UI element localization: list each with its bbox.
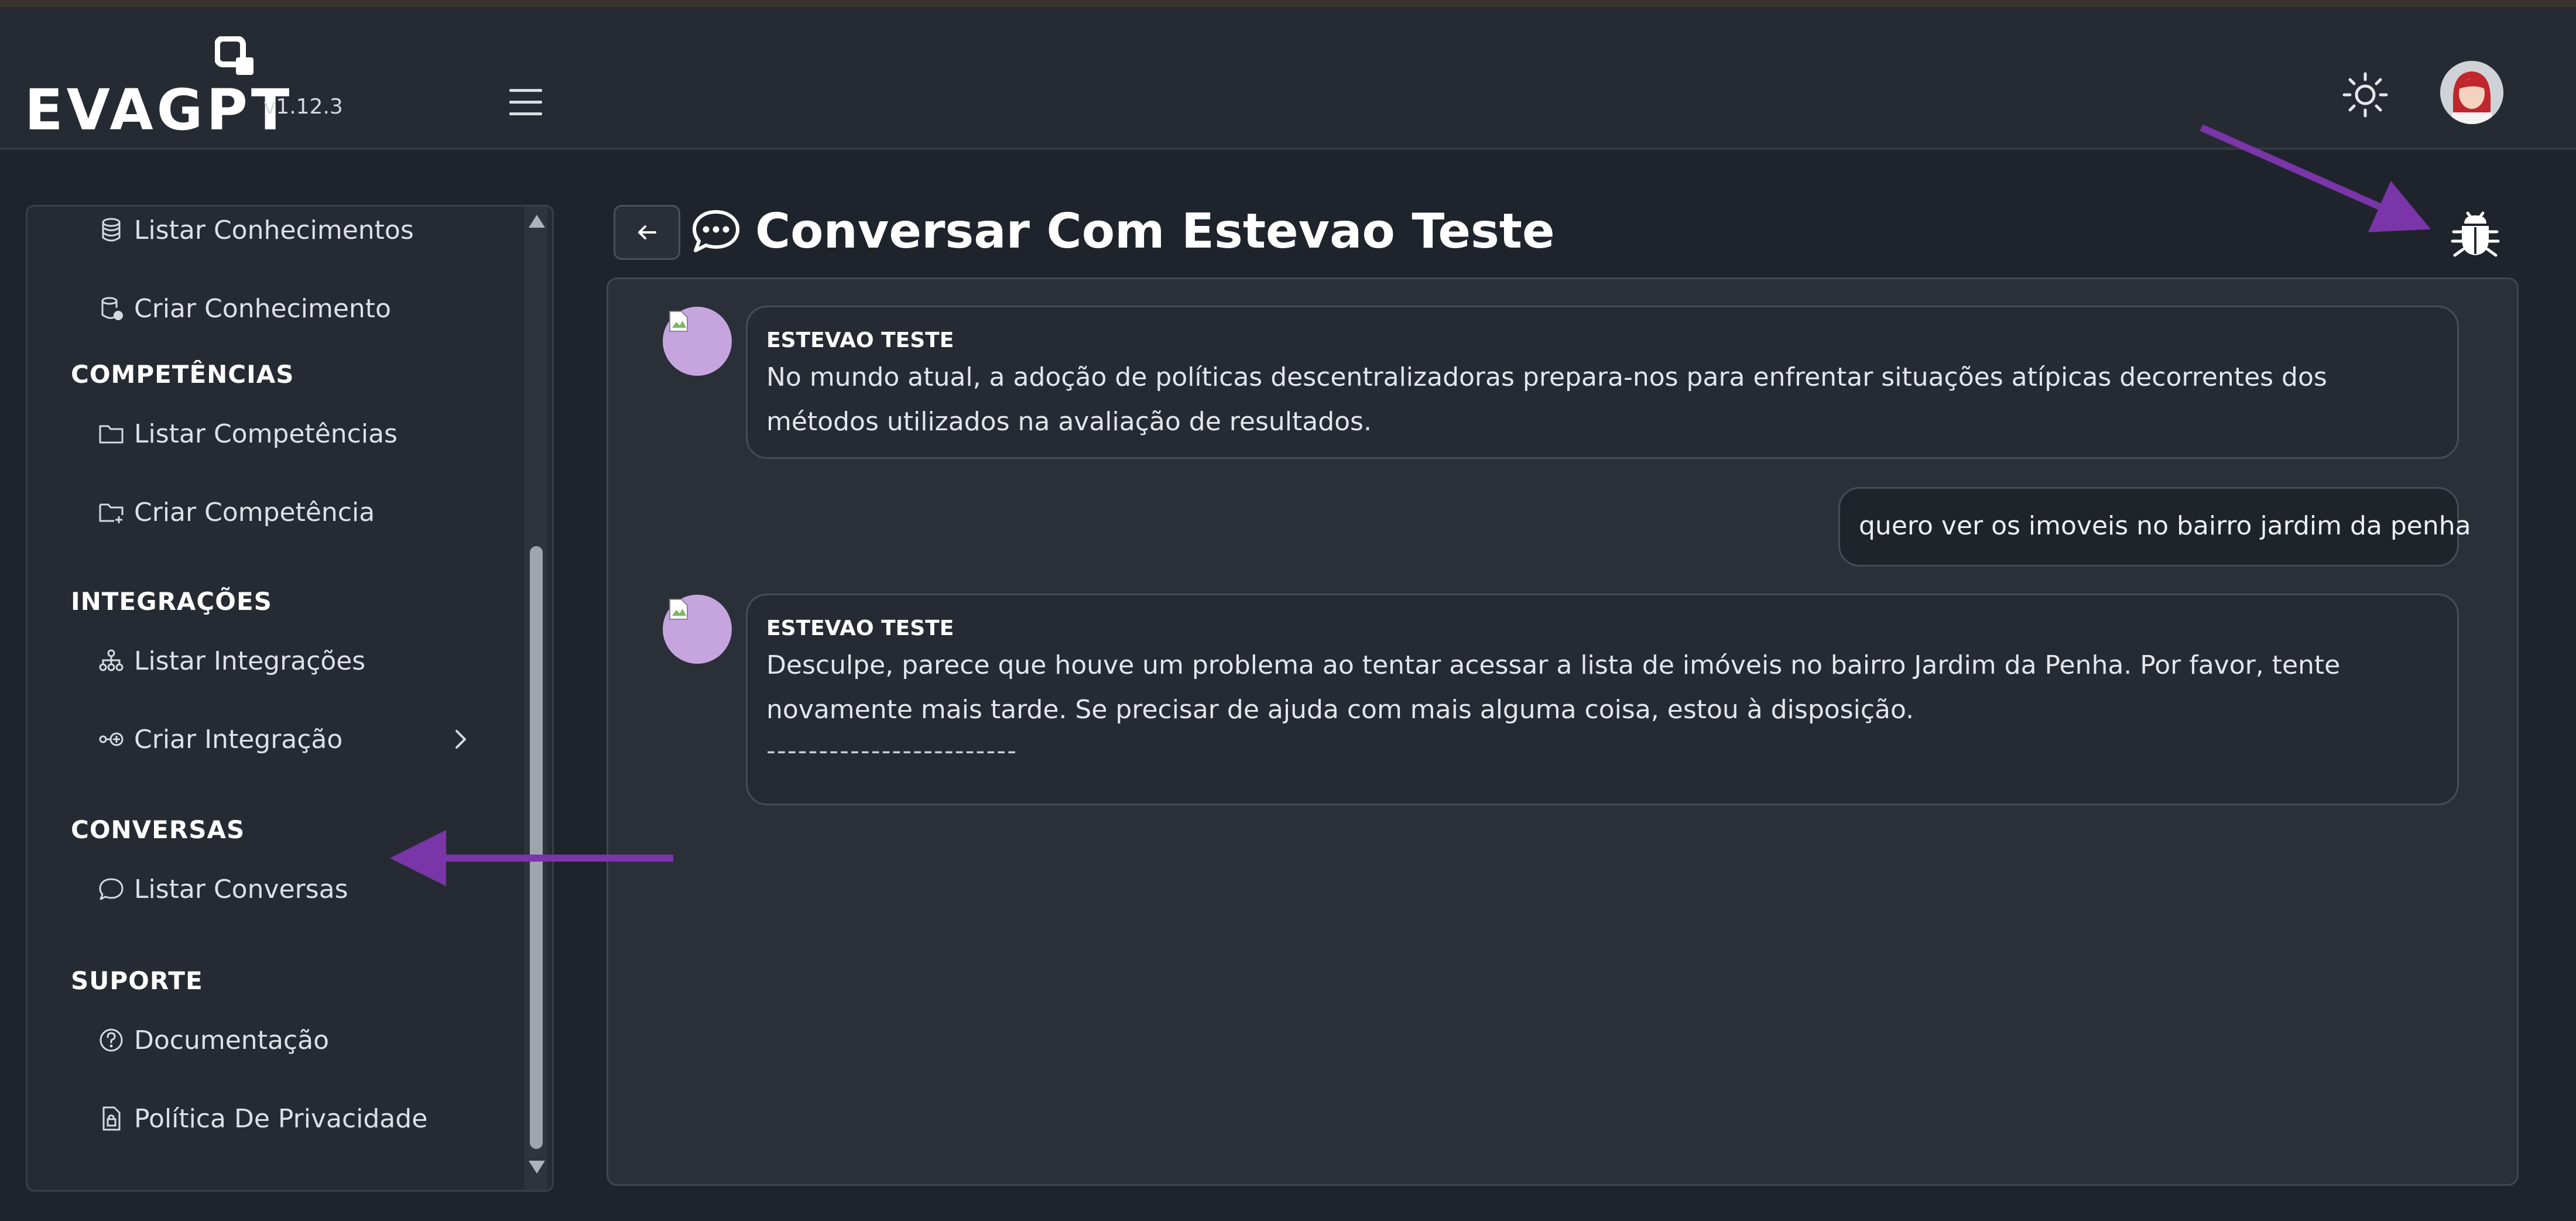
database-add-icon (101, 297, 123, 320)
app-version: v1.12.3 (263, 95, 343, 119)
bot-avatar (663, 307, 732, 376)
sidebar-item-label: Documentação (134, 1025, 329, 1055)
sidebar-item-criar-competencia[interactable]: Criar Competência (98, 489, 484, 536)
scroll-up-arrow-icon[interactable] (529, 215, 545, 228)
file-lock-icon (102, 1106, 121, 1131)
hamburger-menu-icon[interactable] (509, 89, 542, 116)
sidebar-item-listar-competencias[interactable]: Listar Competências (98, 410, 484, 457)
bot-avatar (663, 595, 732, 664)
section-title-conversas: CONVERSAS (71, 815, 245, 844)
sidebar-item-criar-conhecimento[interactable]: Criar Conhecimento (98, 285, 484, 332)
folder-add-icon (99, 503, 124, 523)
broken-image-icon (669, 599, 688, 620)
sidebar-item-label: Política De Privacidade (134, 1103, 428, 1134)
app-logo[interactable]: EVAGPT (25, 36, 289, 138)
message-sender: ESTEVAO TESTE (766, 616, 954, 640)
database-icon (102, 218, 121, 242)
folder-icon (99, 425, 124, 444)
message-separator: ------------------------ (766, 736, 1018, 766)
bot-message-bubble: ESTEVAO TESTE No mundo atual, a adoção d… (746, 306, 2459, 459)
sidebar-item-listar-conversas[interactable]: Listar Conversas (98, 866, 484, 913)
sidebar-item-listar-conhecimentos[interactable]: Listar Conhecimentos (98, 207, 484, 253)
sun-icon[interactable] (2342, 71, 2389, 118)
sidebar-item-politica-privacidade[interactable]: Política De Privacidade (98, 1095, 484, 1142)
bot-message-bubble: ESTEVAO TESTE Desculpe, parece que houve… (746, 594, 2459, 805)
avatar-illustration-icon (2440, 61, 2503, 124)
back-button[interactable] (614, 205, 680, 260)
sidebar-item-criar-integracao[interactable]: Criar Integração (98, 716, 484, 763)
message-sender: ESTEVAO TESTE (766, 328, 954, 352)
message-text: quero ver os imoveis no bairro jardim da… (1859, 511, 2471, 541)
message-text: No mundo atual, a adoção de políticas de… (766, 362, 2327, 437)
broken-image-icon (669, 311, 688, 332)
top-header: EVAGPT v1.12.3 (0, 7, 2576, 150)
sidebar-item-documentacao[interactable]: Documentação (98, 1017, 484, 1064)
sidebar-item-label: Listar Integrações (134, 646, 366, 676)
scroll-down-arrow-icon[interactable] (529, 1161, 545, 1174)
question-circle-icon (100, 1028, 123, 1052)
bug-icon[interactable] (2450, 206, 2500, 259)
sidebar-item-label: Listar Competências (134, 419, 398, 449)
logo-text: EVAGPT (25, 77, 293, 143)
user-message-bubble: quero ver os imoveis no bairro jardim da… (1838, 487, 2471, 567)
window-top-strip (0, 0, 2576, 7)
chevron-right-icon[interactable] (449, 728, 472, 751)
page-title: Conversar Com Estevao Teste (755, 204, 1555, 259)
integration-add-icon (99, 732, 124, 746)
section-title-integracoes: INTEGRAÇÕES (71, 587, 272, 616)
chat-bubble-icon (99, 878, 124, 900)
sidebar-item-label: Criar Integração (134, 724, 343, 754)
sidebar-item-label: Criar Conhecimento (134, 293, 391, 324)
scrollbar-thumb[interactable] (530, 546, 543, 1149)
sidebar: Listar Conhecimentos Criar Conhecimento … (26, 205, 554, 1192)
network-icon (99, 649, 124, 671)
logo-mark-icon (215, 36, 254, 75)
user-avatar[interactable] (2440, 61, 2503, 124)
sidebar-item-label: Listar Conhecimentos (134, 215, 414, 245)
section-title-suporte: SUPORTE (71, 966, 203, 995)
sidebar-item-label: Listar Conversas (134, 874, 348, 904)
sidebar-item-listar-integracoes[interactable]: Listar Integrações (98, 637, 484, 684)
section-title-competencias: COMPETÊNCIAS (71, 360, 294, 389)
message-text: Desculpe, parece que houve um problema a… (766, 650, 2341, 725)
arrow-left-icon (638, 225, 656, 239)
sidebar-item-label: Criar Competência (134, 497, 375, 527)
chat-dots-icon (693, 210, 739, 252)
